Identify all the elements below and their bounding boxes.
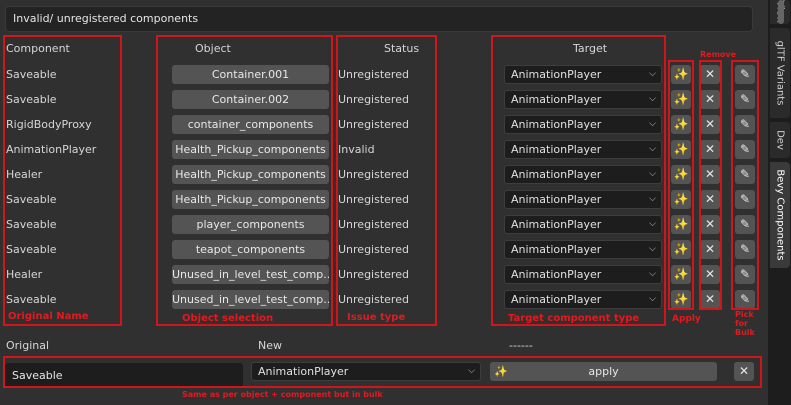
bulk-divider-dashes: ------ [509, 339, 533, 352]
annotation-label-apply: Apply [672, 314, 701, 324]
annotation-box-object-selection [156, 35, 333, 326]
bevy-components-panel: Invalid/ unregistered components Compone… [0, 0, 768, 405]
annotation-label-issue-type: Issue type [347, 312, 406, 323]
annotation-label-remove: Remove [700, 50, 737, 59]
annotation-box-issue-type [336, 35, 437, 326]
scrollbar[interactable] [778, 0, 784, 24]
annotation-box-bulk [3, 356, 762, 388]
tab-gltf-variants[interactable]: glTF Variants [770, 28, 790, 118]
annotation-box-apply [668, 60, 694, 310]
annotation-label-bulk: Same as per object + component but in bu… [182, 390, 383, 399]
bulk-new-label: New [258, 339, 282, 352]
panel-title[interactable]: Invalid/ unregistered components [5, 6, 753, 32]
annotation-label-pick: Pick for Bulk [735, 310, 755, 337]
annotation-label-object-selection: Object selection [182, 313, 274, 324]
annotation-box-pick [731, 60, 759, 310]
tab-bevy-components[interactable]: Bevy Components [770, 162, 790, 268]
tab-dev[interactable]: Dev [770, 122, 790, 158]
annotation-label-original-name: Original Name [8, 311, 89, 322]
annotation-box-remove [699, 60, 722, 310]
annotation-box-target-type [491, 35, 666, 326]
annotation-label-target-type: Target component type [508, 313, 640, 324]
sidebar-tabs: View glTF Variants Dev Bevy Components [768, 0, 791, 405]
bulk-original-label: Original [6, 339, 50, 352]
annotation-box-original-name [3, 35, 122, 326]
